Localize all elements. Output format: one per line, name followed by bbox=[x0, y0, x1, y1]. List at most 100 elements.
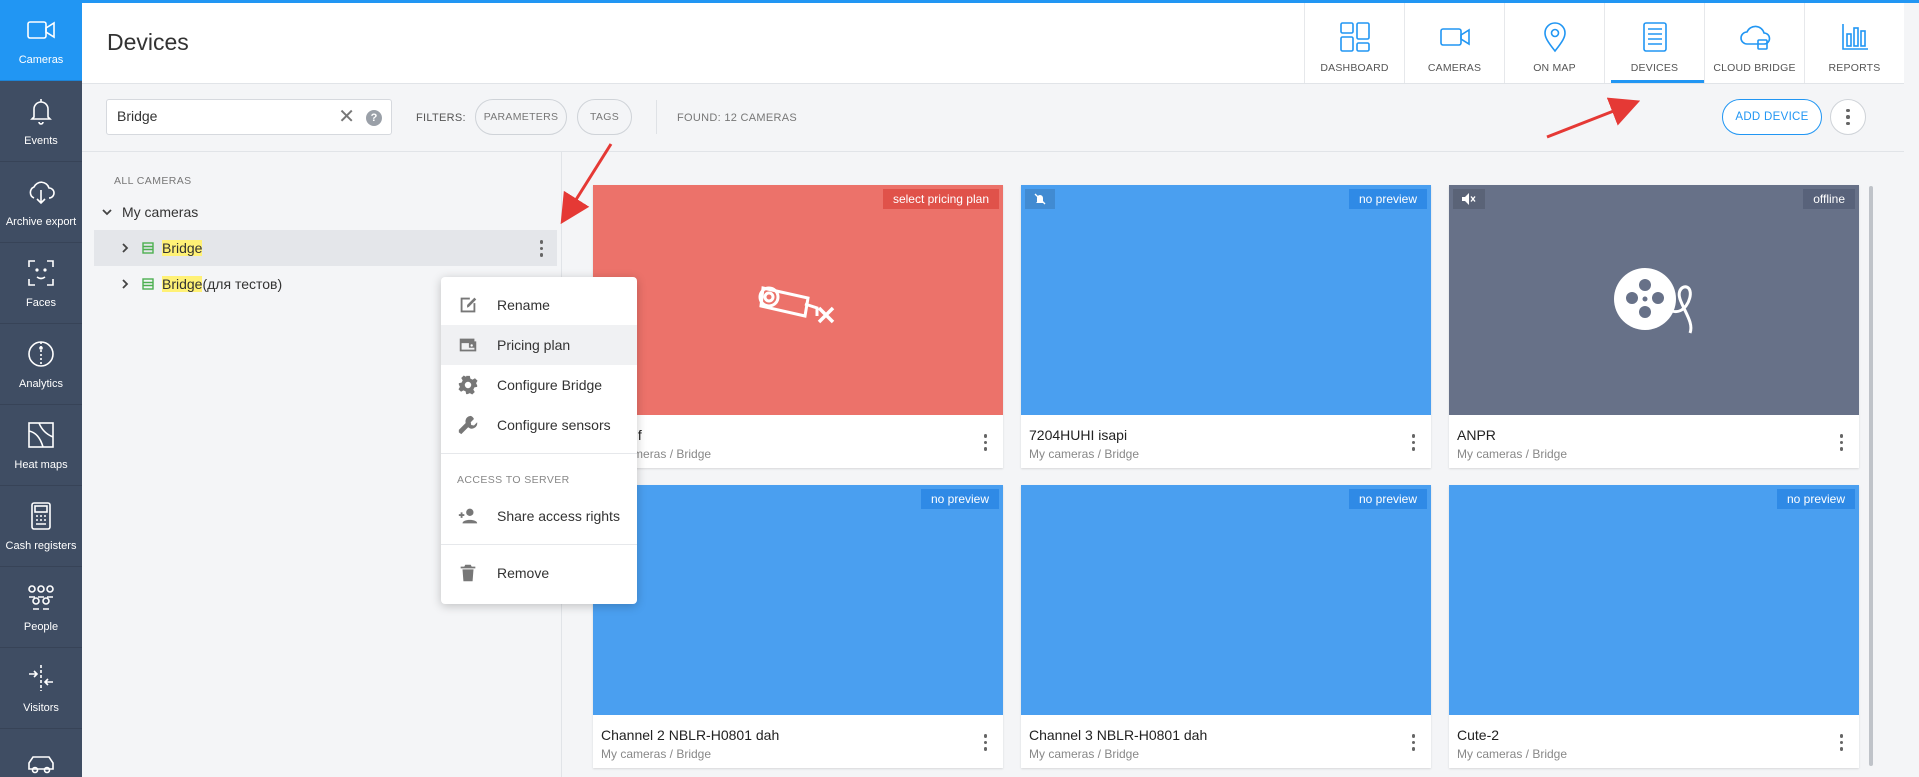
nav-faces[interactable]: Faces bbox=[0, 243, 82, 324]
camera-card[interactable]: no preview 7204HUHI isapi My cameras / B… bbox=[1021, 185, 1431, 468]
found-count: FOUND: 12 CAMERAS bbox=[677, 112, 798, 124]
grid-scrollbar[interactable] bbox=[1869, 186, 1873, 766]
edit-icon bbox=[460, 297, 477, 313]
menu-label: Configure Bridge bbox=[497, 377, 603, 393]
clear-search-icon[interactable]: ✕ bbox=[338, 107, 355, 127]
menu-label: Remove bbox=[497, 565, 550, 581]
camera-path: My cameras / Bridge bbox=[1457, 747, 1568, 761]
menu-label: Share access rights bbox=[497, 508, 620, 524]
camera-path: My cameras / Bridge bbox=[601, 747, 712, 761]
status-badge: no preview bbox=[1348, 189, 1427, 209]
search-input[interactable] bbox=[117, 108, 317, 124]
camera-menu-icon[interactable] bbox=[1411, 734, 1415, 751]
nav-label: Visitors bbox=[23, 702, 59, 714]
kebab-icon bbox=[1846, 108, 1850, 126]
camera-card[interactable]: no preview Channel 3 NBLR-H0801 dah My c… bbox=[1021, 485, 1431, 768]
topnav-cloud-bridge[interactable]: CLOUD BRIDGE bbox=[1704, 3, 1804, 83]
menu-pricing-plan[interactable]: Pricing plan bbox=[441, 325, 637, 365]
topnav-label: DASHBOARD bbox=[1320, 62, 1389, 74]
status-badge[interactable]: select pricing plan bbox=[882, 189, 999, 209]
topnav-label: ON MAP bbox=[1533, 62, 1576, 74]
camera-preview: no preview bbox=[1449, 485, 1859, 715]
nav-visitors[interactable]: Visitors bbox=[0, 648, 82, 729]
camera-menu-icon[interactable] bbox=[1411, 434, 1415, 451]
camera-title: ANPR bbox=[1457, 427, 1496, 443]
menu-share-access-rights[interactable]: Share access rights bbox=[441, 496, 637, 536]
menu-divider bbox=[441, 544, 637, 545]
menu-configure-bridge[interactable]: Configure Bridge bbox=[441, 365, 637, 405]
context-menu: Rename Pricing plan Configure Bridge Con… bbox=[441, 277, 637, 604]
tree-root-my-cameras[interactable]: My cameras bbox=[94, 194, 557, 230]
nav-people[interactable]: People bbox=[0, 567, 82, 648]
topnav-label: CLOUD BRIDGE bbox=[1713, 62, 1796, 74]
menu-remove[interactable]: Remove bbox=[441, 553, 637, 593]
topnav-cameras[interactable]: CAMERAS bbox=[1404, 3, 1504, 83]
topnav-on-map[interactable]: ON MAP bbox=[1504, 3, 1604, 83]
camera-path: My cameras / Bridge bbox=[1029, 747, 1140, 761]
menu-configure-sensors[interactable]: Configure sensors bbox=[441, 405, 637, 445]
nav-cameras[interactable]: Cameras bbox=[0, 0, 82, 81]
menu-label: Configure sensors bbox=[497, 417, 611, 433]
parameters-filter-chip[interactable]: PARAMETERS bbox=[475, 99, 567, 135]
topnav-reports[interactable]: REPORTS bbox=[1804, 3, 1904, 83]
camera-card[interactable]: no preview Channel 2 NBLR-H0801 dah My c… bbox=[593, 485, 1003, 768]
tags-filter-chip[interactable]: TAGS bbox=[577, 99, 632, 135]
filters-label: FILTERS: bbox=[416, 112, 466, 124]
more-options-button[interactable] bbox=[1830, 99, 1866, 135]
camera-menu-icon[interactable] bbox=[1839, 734, 1843, 751]
camera-menu-icon[interactable] bbox=[1839, 434, 1843, 451]
top-navigation: DASHBOARD CAMERAS ON MAP DEVICES CLOUD B… bbox=[1304, 3, 1904, 83]
camera-preview: no preview bbox=[593, 485, 1003, 715]
nav-analytics[interactable]: Analytics bbox=[0, 324, 82, 405]
nav-label: Cameras bbox=[18, 54, 64, 66]
bell-off-icon bbox=[1025, 189, 1055, 209]
help-icon[interactable]: ? bbox=[366, 110, 382, 126]
people-icon bbox=[28, 585, 54, 610]
tree-item-bridge[interactable]: Bridge bbox=[94, 230, 557, 266]
camera-preview: no preview bbox=[1021, 185, 1431, 415]
camera-title: Cute-2 bbox=[1457, 727, 1500, 743]
cloud-download-icon bbox=[29, 181, 55, 205]
mute-icon bbox=[1453, 189, 1485, 209]
nav-events[interactable]: Events bbox=[0, 81, 82, 162]
camera-card[interactable]: no preview Cute-2 My cameras / Bridge bbox=[1449, 485, 1859, 768]
tree-item-label-rest: (для тестов) bbox=[202, 276, 283, 292]
camera-preview: offline bbox=[1449, 185, 1859, 415]
cloud-bridge-icon bbox=[1739, 25, 1770, 50]
video-camera-icon bbox=[27, 21, 55, 39]
camera-path: My cameras / Bridge bbox=[1029, 447, 1140, 461]
bridge-device-icon bbox=[142, 242, 154, 254]
topnav-label: DEVICES bbox=[1630, 62, 1679, 74]
camera-off-icon bbox=[758, 286, 835, 324]
reports-icon bbox=[1841, 24, 1868, 50]
nav-archive-export[interactable]: Archive export bbox=[0, 162, 82, 243]
nav-cash-registers[interactable]: Cash registers bbox=[0, 486, 82, 567]
tree-title: ALL CAMERAS bbox=[114, 175, 192, 187]
nav-heat-maps[interactable]: Heat maps bbox=[0, 405, 82, 486]
chevron-right-icon bbox=[122, 279, 129, 289]
topnav-dashboard[interactable]: DASHBOARD bbox=[1304, 3, 1404, 83]
menu-rename[interactable]: Rename bbox=[441, 285, 637, 325]
add-device-button[interactable]: ADD DEVICE bbox=[1722, 99, 1822, 135]
add-user-icon bbox=[458, 508, 478, 524]
camera-card[interactable]: select pricing plan L onvif My cameras /… bbox=[593, 185, 1003, 468]
nav-label: Analytics bbox=[18, 378, 64, 390]
tree-item-menu-icon[interactable] bbox=[539, 240, 543, 257]
camera-title: 7204HUHI isapi bbox=[1029, 427, 1128, 443]
divider bbox=[656, 100, 657, 134]
nav-label: Archive export bbox=[5, 216, 77, 228]
nav-car[interactable] bbox=[0, 729, 82, 777]
dashboard-icon bbox=[1339, 22, 1370, 52]
bell-icon bbox=[30, 99, 52, 125]
page-header: Devices DASHBOARD CAMERAS ON MAP DEVICES… bbox=[82, 3, 1904, 84]
chevron-down-icon bbox=[102, 209, 112, 216]
camera-card[interactable]: offline ANPR My cameras / Bridge bbox=[1449, 185, 1859, 468]
face-scan-icon bbox=[28, 260, 54, 286]
topnav-devices[interactable]: DEVICES bbox=[1604, 3, 1704, 83]
nav-label: People bbox=[23, 621, 59, 633]
page-title: Devices bbox=[107, 29, 189, 55]
film-reel-icon bbox=[1614, 268, 1693, 334]
search-box: ✕ ? bbox=[106, 99, 392, 135]
camera-menu-icon[interactable] bbox=[983, 734, 987, 751]
camera-menu-icon[interactable] bbox=[983, 434, 987, 451]
